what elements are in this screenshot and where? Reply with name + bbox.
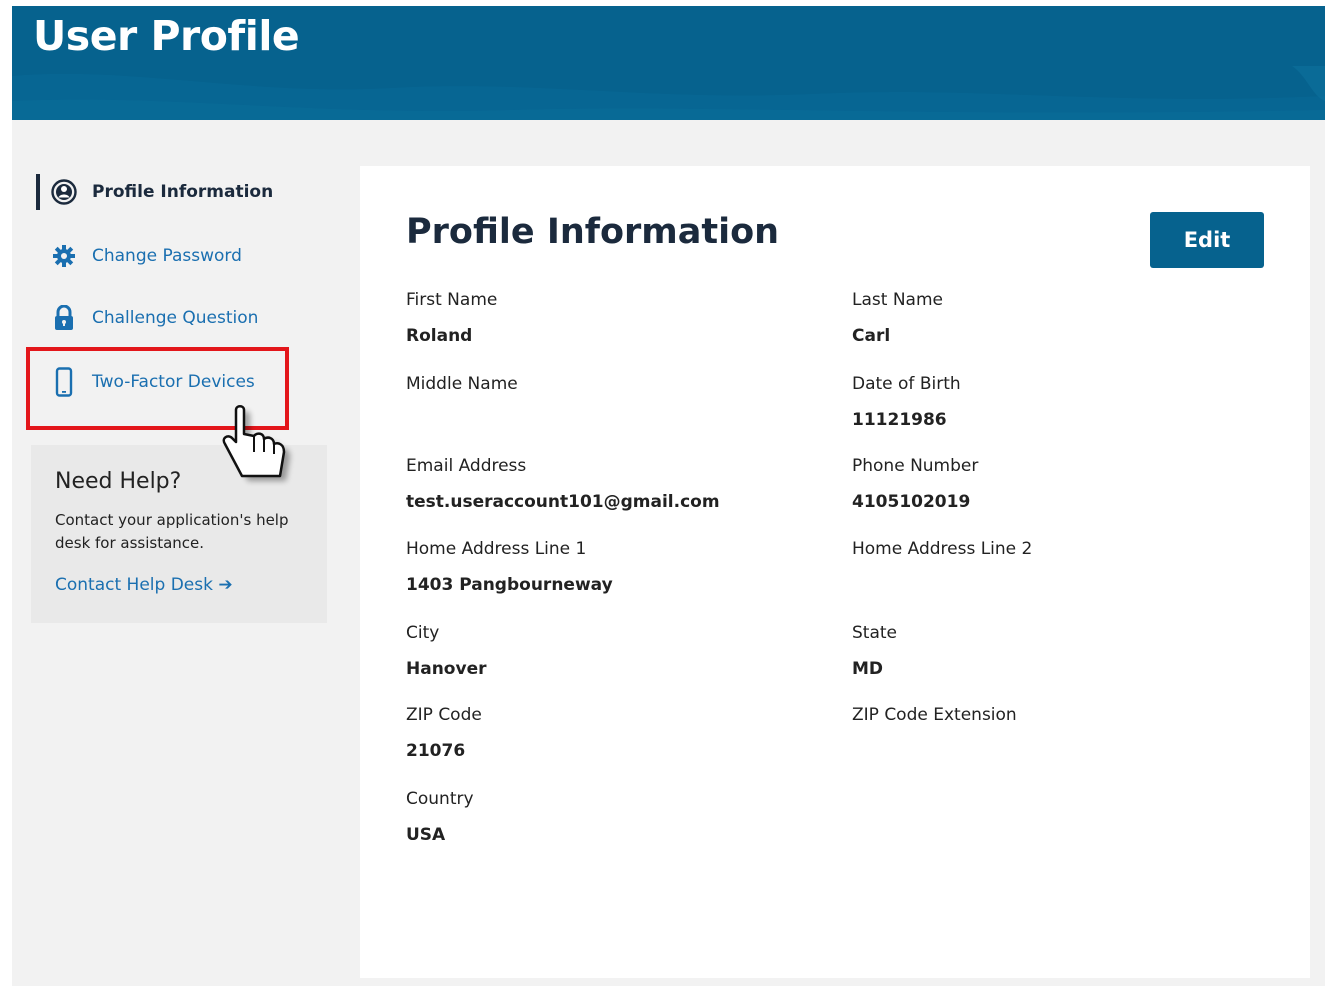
field-value — [852, 741, 1017, 761]
field-value — [406, 410, 518, 430]
field-date-of-birth: Date of Birth 11121986 — [852, 374, 961, 430]
field-home-address-line-1: Home Address Line 1 1403 Pangbourneway — [406, 539, 613, 595]
help-text: Contact your application's help desk for… — [55, 511, 289, 552]
contact-help-desk-link[interactable]: Contact Help Desk ➔ — [55, 575, 233, 595]
field-middle-name: Middle Name — [406, 374, 518, 430]
sidebar-item-profile-information[interactable]: Profile Information — [50, 174, 273, 210]
sidebar-item-change-password[interactable]: Change Password — [50, 238, 242, 274]
field-value: 1403 Pangbourneway — [406, 575, 613, 595]
field-value: 11121986 — [852, 410, 947, 430]
field-label: Home Address Line 1 — [406, 539, 587, 559]
field-label: ZIP Code — [406, 705, 482, 725]
gear-icon — [50, 242, 78, 270]
page-title: User Profile — [33, 12, 300, 60]
lock-icon — [50, 304, 78, 332]
field-value: USA — [406, 825, 446, 845]
page: User Profile Profile Information Change … — [12, 6, 1325, 986]
field-state: State MD — [852, 623, 897, 679]
field-label: State — [852, 623, 897, 643]
sidebar-nav: Profile Information Change Password Chal… — [12, 120, 352, 986]
field-label: Home Address Line 2 — [852, 539, 1033, 559]
field-label: Last Name — [852, 290, 943, 310]
field-value: test.useraccount101@gmail.com — [406, 492, 720, 512]
field-email-address: Email Address test.useraccount101@gmail.… — [406, 456, 720, 512]
field-city: City Hanover — [406, 623, 486, 679]
field-first-name: First Name Roland — [406, 290, 497, 346]
sidebar-item-label: Profile Information — [92, 182, 274, 202]
field-zip-code: ZIP Code 21076 — [406, 705, 482, 761]
active-indicator — [36, 174, 40, 210]
user-circle-icon — [50, 178, 78, 206]
help-title: Need Help? — [55, 469, 182, 494]
field-label: ZIP Code Extension — [852, 705, 1017, 725]
field-phone-number: Phone Number 4105102019 — [852, 456, 978, 512]
field-home-address-line-2: Home Address Line 2 — [852, 539, 1032, 595]
field-label: Country — [406, 789, 474, 809]
field-label: Phone Number — [852, 456, 979, 476]
sidebar-item-label: Challenge Question — [92, 308, 259, 328]
profile-card: Profile Information Edit First Name Rola… — [360, 166, 1310, 978]
section-title: Profile Information — [406, 212, 780, 252]
hand-pointer-icon — [222, 405, 290, 481]
field-label: City — [406, 623, 440, 643]
field-country: Country USA — [406, 789, 474, 845]
field-value: 4105102019 — [852, 492, 971, 512]
field-value: Carl — [852, 326, 891, 346]
field-value — [852, 575, 1032, 595]
field-value: MD — [852, 659, 884, 679]
field-value: Hanover — [406, 659, 487, 679]
field-label: Middle Name — [406, 374, 518, 394]
sidebar-item-challenge-question[interactable]: Challenge Question — [50, 300, 258, 336]
field-label: Date of Birth — [852, 374, 961, 394]
field-label: Email Address — [406, 456, 527, 476]
field-label: First Name — [406, 290, 498, 310]
field-zip-code-extension: ZIP Code Extension — [852, 705, 1017, 761]
edit-button[interactable]: Edit — [1150, 212, 1264, 268]
field-last-name: Last Name Carl — [852, 290, 943, 346]
field-value: Roland — [406, 326, 473, 346]
sidebar-item-label: Change Password — [92, 246, 242, 266]
page-header: User Profile — [12, 6, 1325, 120]
field-value: 21076 — [406, 741, 466, 761]
